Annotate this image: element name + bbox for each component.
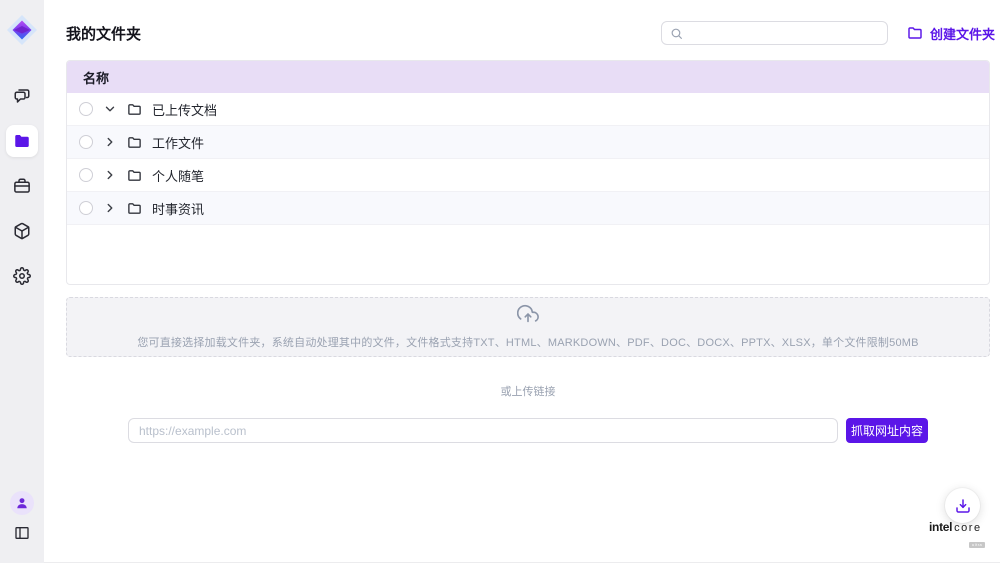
intel-wordmark: intel — [929, 521, 952, 533]
create-folder-button[interactable]: 创建文件夹 — [907, 24, 995, 43]
folder-icon — [127, 102, 142, 117]
user-avatar[interactable] — [10, 491, 34, 515]
diamond-logo-icon — [6, 14, 38, 46]
url-input[interactable] — [128, 418, 838, 443]
chevron-right-icon[interactable] — [103, 201, 117, 215]
folder-plus-icon — [907, 25, 923, 41]
page-header: 我的文件夹 创建文件夹 — [66, 20, 995, 46]
cube-icon — [13, 222, 31, 240]
sidebar — [0, 0, 44, 563]
intel-core-logo: intel core ultra — [929, 521, 991, 550]
download-fab-button[interactable] — [945, 488, 980, 523]
sidebar-item-plugins[interactable] — [6, 215, 38, 247]
chat-icon — [13, 87, 31, 105]
cloud-upload-icon — [517, 304, 539, 331]
row-checkbox[interactable] — [79, 168, 93, 182]
app-logo — [5, 13, 39, 47]
briefcase-icon — [13, 177, 31, 195]
sidebar-item-settings[interactable] — [6, 260, 38, 292]
folder-name: 工作文件 — [152, 133, 204, 152]
folder-icon — [127, 135, 142, 150]
folder-icon — [13, 132, 31, 150]
upload-hint-text: 您可直接选择加载文件夹，系统自动处理其中的文件，文件格式支持TXT、HTML、M… — [137, 334, 918, 350]
folder-name: 已上传文档 — [152, 100, 217, 119]
sidebar-item-chat[interactable] — [6, 80, 38, 112]
search-box — [661, 21, 888, 45]
create-folder-label: 创建文件夹 — [930, 24, 995, 43]
fetch-url-button[interactable]: 抓取网址内容 — [846, 418, 928, 443]
row-checkbox[interactable] — [79, 135, 93, 149]
sidebar-item-folders[interactable] — [6, 125, 38, 157]
folder-icon — [127, 168, 142, 183]
row-checkbox[interactable] — [79, 102, 93, 116]
link-upload-row: 抓取网址内容 — [128, 418, 928, 443]
panel-toggle-icon — [14, 525, 30, 541]
download-icon — [955, 498, 971, 514]
row-checkbox[interactable] — [79, 201, 93, 215]
folder-name: 个人随笔 — [152, 166, 204, 185]
upload-dropzone[interactable]: 您可直接选择加载文件夹，系统自动处理其中的文件，文件格式支持TXT、HTML、M… — [66, 297, 990, 357]
ultra-badge: ultra — [969, 542, 985, 548]
table-header-name: 名称 — [67, 61, 989, 93]
folder-row[interactable]: 工作文件 — [67, 126, 989, 159]
panel-toggle-button[interactable] — [10, 521, 34, 545]
gear-icon — [13, 267, 31, 285]
folder-table: 名称 已上传文档 工作文件 — [66, 60, 990, 285]
main-content: 我的文件夹 创建文件夹 名称 — [44, 0, 1000, 563]
user-avatar-icon — [15, 496, 29, 510]
search-icon — [670, 27, 683, 40]
chevron-right-icon[interactable] — [103, 168, 117, 182]
sidebar-nav — [6, 80, 38, 292]
chevron-down-icon[interactable] — [103, 102, 117, 116]
folder-icon — [127, 201, 142, 216]
sidebar-bottom — [10, 491, 34, 563]
core-wordmark: core — [954, 523, 981, 534]
folder-row[interactable]: 已上传文档 — [67, 93, 989, 126]
folder-row[interactable]: 个人随笔 — [67, 159, 989, 192]
folder-name: 时事资讯 — [152, 199, 204, 218]
app-window: 我的文件夹 创建文件夹 名称 — [0, 0, 1000, 563]
search-input[interactable] — [689, 26, 879, 40]
sidebar-item-workspace[interactable] — [6, 170, 38, 202]
folder-row[interactable]: 时事资讯 — [67, 192, 989, 225]
page-title: 我的文件夹 — [66, 23, 141, 44]
or-upload-link-label: 或上传链接 — [66, 383, 990, 399]
chevron-right-icon[interactable] — [103, 135, 117, 149]
